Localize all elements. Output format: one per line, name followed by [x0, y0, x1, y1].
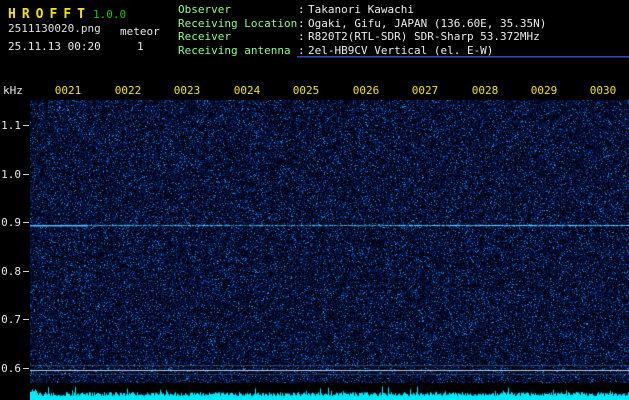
freq-tick-label: 0.8	[1, 265, 21, 278]
info-colon: :	[298, 3, 305, 16]
app-title-letter: R	[21, 7, 30, 22]
time-tick-label: 0022	[114, 84, 142, 97]
info-row-observer: Observer : Takanori Kawachi	[178, 3, 546, 17]
info-row-location: Receiving Location : Ogaki, Gifu, JAPAN …	[178, 17, 546, 31]
info-colon: :	[298, 43, 305, 57]
info-row-receiver: Receiver : R820T2(RTL-SDR) SDR-Sharp 53.…	[178, 30, 546, 44]
time-tick-label: 0021	[54, 84, 82, 97]
info-row-antenna: Receiving antenna : 2el-HB9CV Vertical (…	[178, 44, 546, 58]
app-title-letter: F	[63, 7, 72, 22]
time-tick-label: 0027	[411, 84, 439, 97]
info-colon: :	[298, 16, 305, 30]
freq-tick-mark	[23, 368, 29, 369]
info-value: Takanori Kawachi	[308, 3, 414, 16]
app-title-letter: H	[8, 7, 16, 22]
info-label: Receiver	[178, 30, 231, 43]
app-title-letter: F	[49, 7, 58, 22]
freq-tick-label: 0.7	[1, 313, 21, 326]
header-signal-streak	[297, 56, 629, 58]
freq-tick-mark	[23, 125, 29, 126]
freq-tick-mark	[23, 174, 29, 175]
time-tick-label: 0030	[589, 84, 617, 97]
meteor-count: 1	[137, 40, 144, 53]
info-label: Receiving antenna	[178, 43, 291, 57]
info-colon: :	[298, 30, 305, 43]
info-label: Observer	[178, 3, 231, 16]
freq-tick-label: 0.6	[1, 362, 21, 375]
freq-unit-label: kHz	[3, 84, 23, 97]
time-tick-label: 0023	[173, 84, 201, 97]
station-info: Observer : Takanori Kawachi Receiving Lo…	[178, 3, 546, 57]
info-label: Receiving Location	[178, 16, 298, 30]
time-tick-label: 0025	[292, 84, 320, 97]
time-tick-label: 0029	[530, 84, 558, 97]
info-value: 2el-HB9CV Vertical (el. E-W)	[308, 43, 494, 57]
time-tick-label: 0024	[233, 84, 261, 97]
hrofft-output-image: H R O F F T 1.0.0 2511130020.png meteor 25.11.…	[0, 0, 629, 400]
info-value: R820T2(RTL-SDR) SDR-Sharp 53.372MHz	[308, 30, 540, 43]
freq-tick-mark	[23, 271, 29, 272]
app-version: 1.0.0	[92, 8, 127, 21]
freq-tick-label: 1.1	[1, 119, 21, 132]
spectrogram-canvas	[30, 100, 629, 400]
app-title-letter: O	[35, 7, 44, 22]
app-title-letter: T	[77, 7, 85, 22]
freq-tick-label: 1.0	[1, 168, 21, 181]
freq-tick-label: 0.9	[1, 216, 21, 229]
app-title: H R O F F T 1.0.0	[8, 3, 126, 22]
info-value: Ogaki, Gifu, JAPAN (136.60E, 35.35N)	[308, 16, 547, 30]
time-tick-label: 0026	[352, 84, 380, 97]
freq-tick-mark	[23, 319, 29, 320]
freq-tick-mark	[23, 222, 29, 223]
mode-label: meteor	[120, 25, 160, 38]
datetime-label: 25.11.13 00:20	[8, 40, 101, 53]
output-filename: 2511130020.png	[8, 22, 101, 35]
time-tick-label: 0028	[471, 84, 499, 97]
